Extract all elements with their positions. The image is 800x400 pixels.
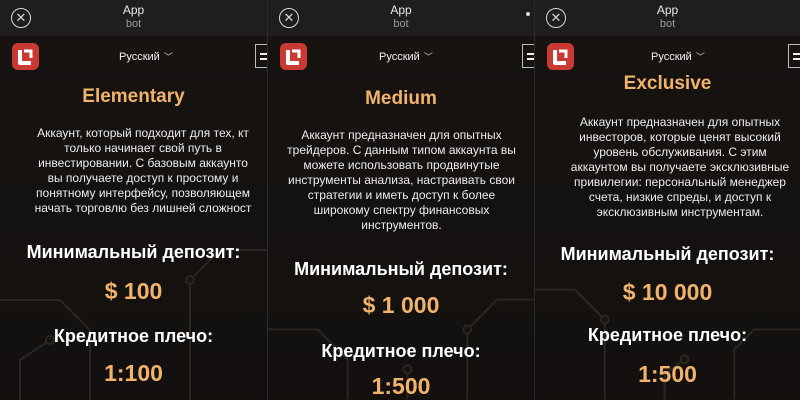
- screen-elementary: ✕ App bot Русский ﹀ Elementary Аккаунт, к…: [0, 0, 267, 400]
- language-selector[interactable]: Русский ﹀: [651, 50, 705, 63]
- description-line: можете использовать продвинутые: [303, 158, 500, 172]
- leverage-value: 1:500: [638, 361, 697, 387]
- language-selector[interactable]: Русский ﹀: [379, 50, 433, 63]
- menu-icon[interactable]: [522, 44, 534, 68]
- description-line: инструментов.: [361, 218, 442, 232]
- description-line: широкому спектру финансовых: [313, 203, 490, 217]
- leverage-value: 1:500: [371, 373, 431, 399]
- language-label: Русский: [379, 51, 420, 63]
- window-titlebar: ✕ App bot: [268, 0, 534, 36]
- screen-medium: ✕ App bot Русский ﹀ Medium Аккаунт предна…: [267, 0, 534, 400]
- app-title: App: [390, 3, 412, 17]
- app-header: Русский ﹀: [0, 36, 267, 76]
- description-line: инвесторов, которые ценят высокий: [579, 130, 781, 144]
- description-line: инструменты анализа, настраивать свои: [288, 173, 515, 187]
- app-title: App: [656, 3, 679, 17]
- description-line: только начинает свой путь в: [64, 141, 222, 155]
- leverage-label: Кредитное плечо:: [53, 326, 214, 346]
- tier-description: Аккаунт предназначен для опытных трейдер…: [268, 128, 534, 233]
- description-line: эксклюзивным инструментам.: [596, 205, 764, 219]
- chevron-down-icon: ﹀: [423, 52, 433, 62]
- app-header: Русский ﹀: [535, 36, 800, 76]
- window-titlebar: ✕ App bot: [0, 0, 267, 36]
- description-line: уровень обслуживания. С этим: [593, 145, 767, 159]
- description-line: трейдеров. С данным типом аккаунта вы: [287, 143, 516, 157]
- deposit-label: Минимальный депозит:: [294, 259, 508, 279]
- leverage-value: 1:100: [104, 360, 163, 386]
- logo-icon: [286, 49, 301, 65]
- description-line: Аккаунт предназначен для опытных: [301, 128, 502, 142]
- app-subtitle: bot: [125, 18, 142, 30]
- deposit-label: Минимальный депозит:: [26, 242, 241, 262]
- language-selector[interactable]: Русский ﹀: [119, 50, 173, 63]
- app-header: Русский ﹀: [268, 36, 534, 76]
- description-line: понятному интерфейсу, позволяющем: [36, 186, 250, 200]
- language-label: Русский: [651, 51, 692, 63]
- leverage-label: Кредитное плечо:: [587, 325, 748, 345]
- description-line: Аккаунт предназначен для опытных: [579, 115, 781, 129]
- logo-icon: [553, 49, 568, 65]
- deposit-value: $ 100: [104, 278, 163, 304]
- description-line: стратегии и иметь доступ к более: [307, 188, 496, 202]
- menu-icon[interactable]: [255, 44, 267, 68]
- deposit-label: Минимальный депозит:: [560, 244, 775, 264]
- tier-title: Elementary: [82, 86, 185, 107]
- description-line: инвестировании. С базовым аккаунто: [38, 156, 248, 170]
- tier-title: Exclusive: [623, 73, 712, 94]
- description-line: привилегии: персональный менеджер: [574, 175, 786, 189]
- description-line: начать торговлю без лишней сложност: [34, 201, 252, 215]
- tier-description: Аккаунт предназначен для опытных инвесто…: [547, 115, 800, 220]
- description-line: аккаунтом вы получаете эксклюзивные: [570, 160, 790, 174]
- chevron-down-icon: ﹀: [163, 52, 173, 62]
- window-titlebar: ✕ App bot: [535, 0, 800, 36]
- app-logo[interactable]: [12, 43, 39, 70]
- chevron-down-icon: ﹀: [695, 52, 705, 62]
- app-title: App: [122, 3, 145, 17]
- screen-exclusive: ✕ App bot Русский ﹀ Exclusive Аккаунт пре…: [534, 0, 800, 400]
- app-logo[interactable]: [280, 43, 307, 70]
- tier-title: Medium: [365, 88, 437, 109]
- tier-description: Аккаунт, который подходит для тех, кт то…: [12, 126, 267, 216]
- menu-icon[interactable]: [788, 44, 800, 68]
- language-label: Русский: [119, 51, 160, 63]
- app-subtitle: bot: [659, 18, 676, 30]
- app-logo[interactable]: [547, 43, 574, 70]
- description-line: Аккаунт, который подходит для тех, кт: [37, 126, 249, 140]
- description-line: счета, низкие спреды, и доступ к: [588, 190, 772, 204]
- deposit-value: $ 1 000: [362, 292, 440, 318]
- logo-icon: [18, 49, 33, 65]
- description-line: вы получаете доступ к простому и: [47, 171, 239, 185]
- screens-container: ✕ App bot Русский ﹀ Elementary Аккаунт, к…: [0, 0, 800, 400]
- app-subtitle: bot: [393, 18, 409, 30]
- deposit-value: $ 10 000: [622, 279, 713, 305]
- more-icon[interactable]: [526, 12, 530, 16]
- leverage-label: Кредитное плечо:: [321, 341, 481, 361]
